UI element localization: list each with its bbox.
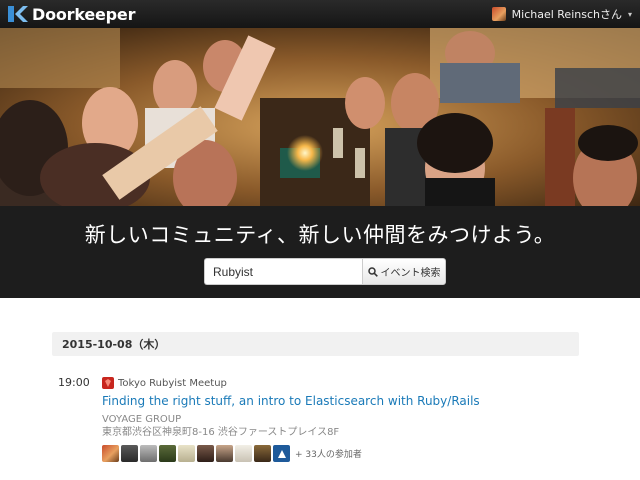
search-icon	[367, 266, 378, 277]
attendee-avatar[interactable]	[273, 445, 290, 462]
event-group[interactable]: Tokyo Rubyist Meetup	[102, 376, 572, 390]
attendee-avatar[interactable]	[197, 445, 214, 462]
chevron-down-icon: ▾	[627, 9, 632, 19]
attendee-avatar[interactable]	[159, 445, 176, 462]
date-header: 2015-10-08（木）	[52, 332, 579, 356]
search-input[interactable]	[204, 258, 362, 285]
user-avatar	[491, 7, 506, 21]
user-menu[interactable]: Michael Reinschさん ▾	[491, 6, 632, 22]
brand-logo[interactable]: Doorkeeper	[8, 5, 135, 24]
search-button[interactable]: イベント検索	[362, 258, 446, 285]
attendee-avatar[interactable]	[178, 445, 195, 462]
hero-section: 新しいコミュニティ、新しい仲間をみつけよう。 イベント検索	[0, 28, 640, 298]
doorkeeper-logo-icon	[8, 6, 28, 22]
attendee-count[interactable]: + 33人の参加者	[295, 447, 362, 460]
brand-name: Doorkeeper	[32, 4, 136, 24]
venue-address: 東京都渋谷区神泉町8-16 渋谷ファーストプレイス8F	[102, 427, 340, 438]
event-details: Tokyo Rubyist Meetup Finding the right s…	[102, 376, 572, 462]
event-time: 19:00	[58, 376, 90, 389]
event-search-form: イベント検索	[204, 258, 446, 285]
top-navbar: Doorkeeper Michael Reinschさん ▾	[0, 0, 640, 28]
event-title-link[interactable]: Finding the right stuff, an intro to Ela…	[102, 394, 572, 408]
user-name: Michael Reinschさん	[511, 8, 622, 21]
attendee-avatar[interactable]	[140, 445, 157, 462]
attendee-avatar[interactable]	[216, 445, 233, 462]
search-button-label: イベント検索	[380, 268, 441, 279]
attendee-list: + 33人の参加者	[102, 445, 572, 462]
attendee-avatar[interactable]	[121, 445, 138, 462]
attendee-avatar[interactable]	[102, 445, 119, 462]
event-group-name: Tokyo Rubyist Meetup	[118, 377, 227, 389]
attendee-avatar[interactable]	[235, 445, 252, 462]
attendee-avatar[interactable]	[254, 445, 271, 462]
venue-name: VOYAGE GROUP	[102, 414, 182, 425]
ruby-icon	[102, 377, 114, 389]
hero-photo	[0, 28, 640, 206]
event-venue: VOYAGE GROUP 東京都渋谷区神泉町8-16 渋谷ファーストプレイス8F	[102, 413, 572, 439]
triangle-logo-icon	[277, 449, 286, 458]
hero-tagline: 新しいコミュニティ、新しい仲間をみつけよう。	[84, 223, 556, 247]
